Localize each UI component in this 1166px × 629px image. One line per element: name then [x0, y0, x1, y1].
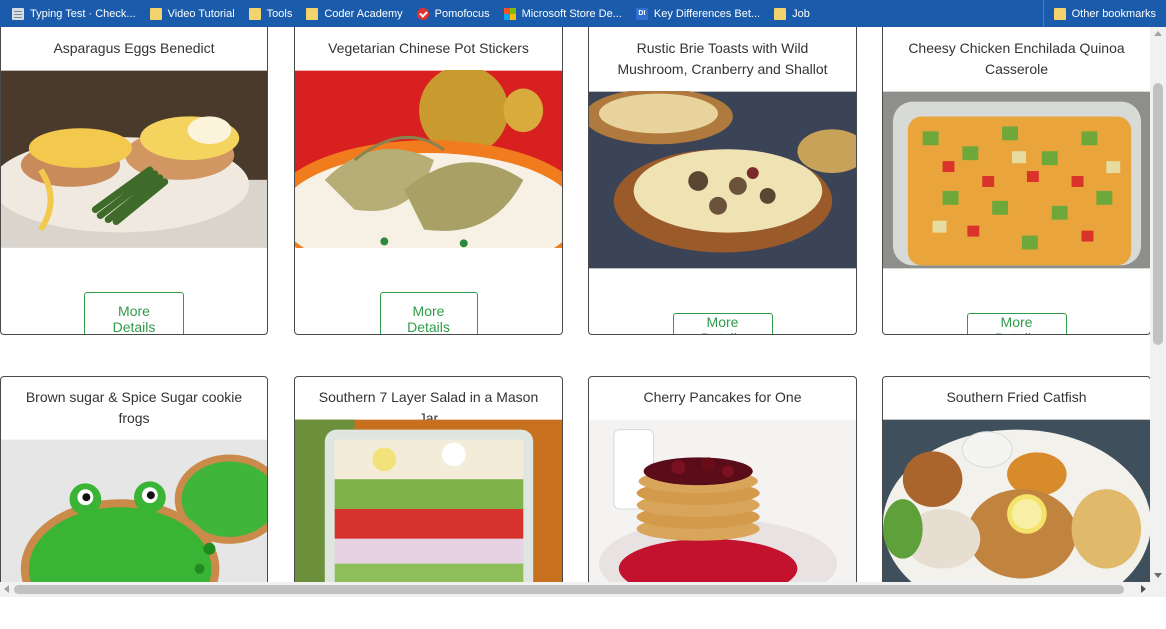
scrollbar-corner [1150, 582, 1166, 597]
scroll-down-arrow-icon[interactable] [1154, 573, 1162, 578]
bookmark-key-differences[interactable]: DI Key Differences Bet... [630, 0, 768, 27]
folder-icon [1053, 7, 1066, 20]
recipe-image-rustic-brie-toasts [589, 91, 856, 269]
vertical-scrollbar[interactable] [1150, 27, 1166, 582]
bookmark-label: Tools [266, 7, 293, 20]
pomofocus-icon [416, 7, 429, 20]
bookmark-typing-test[interactable]: Typing Test · Check... [0, 0, 144, 27]
more-details-button[interactable]: More Details [966, 313, 1067, 334]
scroll-right-arrow-icon[interactable] [1141, 585, 1146, 593]
bookmark-label: Key Differences Bet... [653, 7, 761, 20]
recipe-title: Southern Fried Catfish [946, 389, 1087, 405]
recipe-title: Rustic Brie Toasts with Wild Mushroom, C… [617, 40, 828, 77]
recipe-card: Asparagus Eggs Benedict More Details [0, 27, 268, 335]
recipe-title: Cherry Pancakes for One [643, 389, 802, 405]
recipe-card: Southern Fried Catfish [882, 376, 1150, 582]
bookmark-job[interactable]: Job [768, 0, 818, 27]
recipe-grid: Asparagus Eggs Benedict More Details Veg… [0, 27, 1150, 582]
recipe-title: Cheesy Chicken Enchilada Quinoa Casserol… [908, 40, 1125, 77]
folder-icon [248, 7, 261, 20]
recipe-card: Cheesy Chicken Enchilada Quinoa Casserol… [882, 27, 1150, 335]
bookmark-tools[interactable]: Tools [243, 0, 301, 27]
bookmark-label: Typing Test · Check... [30, 7, 136, 20]
recipe-card: Southern 7 Layer Salad in a Mason Jar [294, 376, 563, 582]
scroll-left-arrow-icon[interactable] [4, 585, 9, 593]
folder-icon [774, 7, 787, 20]
recipe-title: Southern 7 Layer Salad in a Mason Jar [318, 389, 539, 426]
recipe-title: Asparagus Eggs Benedict [53, 40, 215, 56]
horizontal-scrollbar[interactable] [0, 582, 1150, 597]
more-details-button[interactable]: More Details [379, 292, 478, 334]
recipe-title: Vegetarian Chinese Pot Stickers [328, 40, 529, 56]
folder-icon [149, 7, 162, 20]
bookmark-label: Pomofocus [434, 7, 490, 20]
bookmark-label: Microsoft Store De... [521, 7, 622, 20]
recipe-card: Brown sugar & Spice Sugar cookie frogs [0, 376, 268, 582]
more-details-button[interactable]: More Details [672, 313, 773, 334]
recipe-image-vegetarian-pot-stickers [295, 70, 562, 248]
bookmark-coder-academy[interactable]: Coder Academy [300, 0, 410, 27]
microsoft-icon [503, 7, 516, 20]
bookmark-microsoft-store[interactable]: Microsoft Store De... [498, 0, 630, 27]
more-details-button[interactable]: More Details [84, 292, 184, 334]
bookmark-label: Video Tutorial [167, 7, 235, 20]
horizontal-scrollbar-thumb[interactable] [14, 585, 1124, 594]
recipe-image-cherry-pancakes [589, 419, 856, 582]
recipe-image-seven-layer-salad [295, 419, 562, 582]
recipe-image-sugar-cookie-frogs [1, 439, 267, 582]
di-icon: DI [635, 7, 648, 20]
vertical-scrollbar-thumb[interactable] [1153, 83, 1163, 345]
folder-icon [306, 7, 319, 20]
recipe-image-asparagus-eggs-benedict [1, 70, 267, 248]
bookmarks-bar: Typing Test · Check... Video Tutorial To… [0, 0, 1166, 27]
recipe-card: Vegetarian Chinese Pot Stickers More Det… [294, 27, 563, 335]
scroll-up-arrow-icon[interactable] [1154, 31, 1162, 36]
page-icon [12, 7, 24, 20]
recipe-card: Cherry Pancakes for One [588, 376, 857, 582]
bookmark-label: Job [792, 7, 810, 20]
recipe-image-chicken-enchilada-casserole [883, 91, 1150, 269]
bookmark-label: Other bookmarks [1071, 7, 1156, 20]
recipe-title: Brown sugar & Spice Sugar cookie frogs [25, 389, 243, 426]
bookmark-video-tutorial[interactable]: Video Tutorial [144, 0, 243, 27]
bookmark-label: Coder Academy [324, 7, 403, 20]
bookmark-pomofocus[interactable]: Pomofocus [411, 0, 498, 27]
recipe-image-southern-fried-catfish [883, 419, 1150, 582]
recipe-card: Rustic Brie Toasts with Wild Mushroom, C… [588, 27, 857, 335]
page-footer-area [0, 597, 1166, 629]
bookmark-other[interactable]: Other bookmarks [1042, 0, 1164, 27]
